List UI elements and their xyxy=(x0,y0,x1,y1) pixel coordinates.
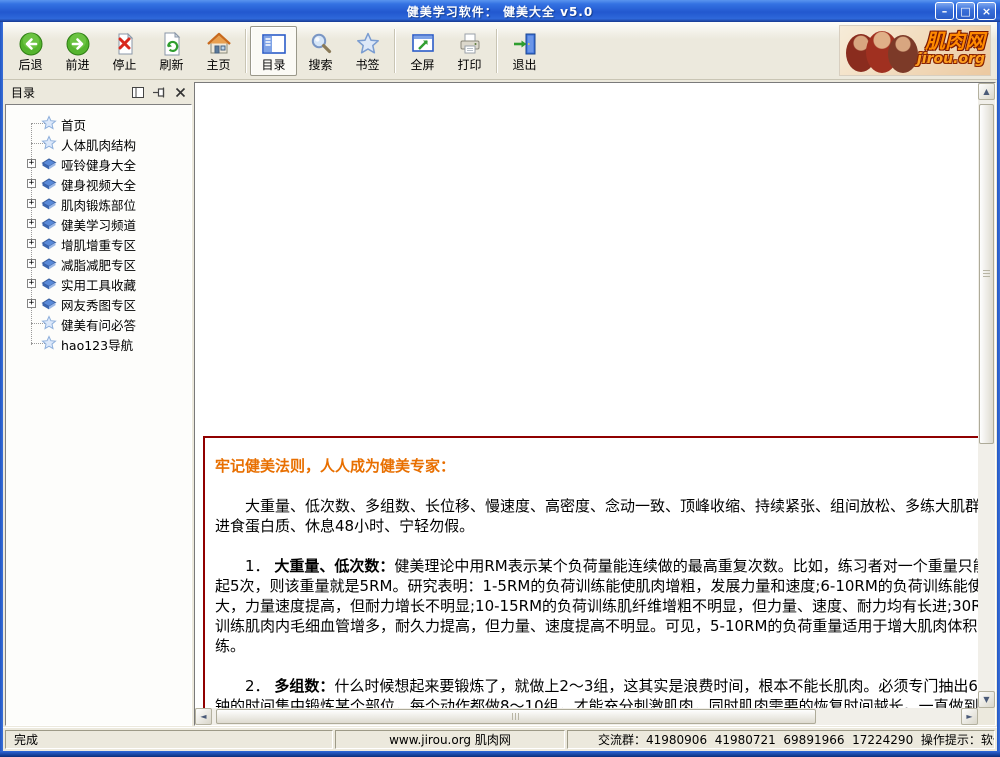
vertical-scrollbar-thumb[interactable] xyxy=(979,104,994,444)
document: 牢记健美法则，人人成为健美专家： 大重量、低次数、多组数、长位移、慢速度、高密度… xyxy=(195,83,978,708)
toolbar-separator xyxy=(496,29,498,73)
expand-icon[interactable]: + xyxy=(27,239,36,248)
logo-figure-art xyxy=(888,35,918,73)
sidebar-item-anatomy[interactable]: 人体肌肉结构 xyxy=(10,133,189,153)
article-heading: 牢记健美法则，人人成为健美专家： xyxy=(215,456,978,476)
search-button[interactable]: 搜索 xyxy=(297,26,344,76)
search-icon xyxy=(308,31,334,57)
status-text: 完成 xyxy=(5,730,333,749)
expand-icon[interactable]: + xyxy=(27,299,36,308)
book-icon xyxy=(41,255,57,274)
expand-icon[interactable]: + xyxy=(27,179,36,188)
split-window-icon[interactable] xyxy=(132,87,144,98)
bookmark-icon xyxy=(355,31,381,57)
content-panel: 牢记健美法则，人人成为健美专家： 大重量、低次数、多组数、长位移、慢速度、高密度… xyxy=(194,82,996,726)
book-icon xyxy=(41,235,57,254)
app-window: 健美学习软件： 健美大全 v5.0 – □ × 后退 前进 停止 xyxy=(0,0,1000,757)
close-button[interactable]: × xyxy=(977,2,996,20)
vertical-scrollbar[interactable]: ▲ ▼ xyxy=(978,83,995,708)
expand-icon[interactable]: + xyxy=(27,199,36,208)
status-bar: 完成 www.jirou.org 肌肉网 交流群：41980906 419807… xyxy=(3,727,997,751)
forward-button[interactable]: 前进 xyxy=(54,26,101,76)
print-button[interactable]: 打印 xyxy=(446,26,493,76)
sidebar-item-videos[interactable]: + 健身视频大全 xyxy=(10,173,189,193)
document-viewport[interactable]: 牢记健美法则，人人成为健美专家： 大重量、低次数、多组数、长位移、慢速度、高密度… xyxy=(195,83,978,708)
star-icon xyxy=(41,115,57,134)
refresh-button[interactable]: 刷新 xyxy=(148,26,195,76)
home-button[interactable]: 主页 xyxy=(195,26,242,76)
book-icon xyxy=(41,215,57,234)
refresh-icon xyxy=(159,31,185,57)
sidebar-header: 目录 xyxy=(5,82,192,103)
back-icon xyxy=(18,31,44,57)
logo-site-name: 肌肉网 xyxy=(917,30,985,52)
article-paragraph-2: 2． 多组数：什么时候想起来要锻炼了，就做上2～3组，这其实是浪费时间，根本不能… xyxy=(215,676,978,708)
sidebar-item-muscle-parts[interactable]: + 肌肉锻炼部位 xyxy=(10,193,189,213)
book-icon xyxy=(41,195,57,214)
toolbar: 后退 前进 停止 刷新 主页 xyxy=(3,22,997,80)
close-panel-icon[interactable] xyxy=(175,87,186,98)
toolbar-separator xyxy=(394,29,396,73)
sidebar-item-user-photos[interactable]: + 网友秀图专区 xyxy=(10,293,189,313)
toc-button[interactable]: 目录 xyxy=(250,26,297,76)
expand-icon[interactable]: + xyxy=(27,279,36,288)
toc-icon xyxy=(261,31,287,57)
sidebar-item-hao123[interactable]: hao123导航 xyxy=(10,333,189,353)
site-logo-banner[interactable]: 肌肉网 jirou.org xyxy=(839,25,991,76)
book-icon xyxy=(41,175,57,194)
home-icon xyxy=(206,31,232,57)
exit-icon xyxy=(512,31,538,57)
book-icon xyxy=(41,295,57,314)
scroll-down-icon[interactable]: ▼ xyxy=(978,691,995,708)
star-icon xyxy=(41,315,57,334)
article-paragraph-1: 1． 大重量、低次数：健美理论中用RM表示某个负荷量能连续做的最高重复次数。比如… xyxy=(215,556,978,656)
scrollbar-corner xyxy=(978,708,995,725)
sidebar-item-learn-channel[interactable]: + 健美学习频道 xyxy=(10,213,189,233)
sidebar-item-dumbbell[interactable]: + 哑铃健身大全 xyxy=(10,153,189,173)
book-icon xyxy=(41,275,57,294)
stop-icon xyxy=(112,31,138,57)
fullscreen-icon xyxy=(410,31,436,57)
expand-icon[interactable]: + xyxy=(27,159,36,168)
book-icon xyxy=(41,155,57,174)
scroll-right-icon[interactable]: ► xyxy=(961,708,978,725)
minimize-button[interactable]: – xyxy=(935,2,954,20)
forward-icon xyxy=(65,31,91,57)
main-area: 目录 首页 xyxy=(3,80,997,727)
sidebar: 目录 首页 xyxy=(5,82,192,726)
maximize-button[interactable]: □ xyxy=(956,2,975,20)
window-border-left xyxy=(0,22,3,757)
horizontal-scrollbar-thumb[interactable] xyxy=(216,709,816,724)
expand-icon[interactable]: + xyxy=(27,259,36,268)
horizontal-scrollbar[interactable]: ◄ ► xyxy=(195,708,978,725)
status-site: www.jirou.org 肌肉网 xyxy=(335,730,565,749)
sidebar-item-qa[interactable]: 健美有问必答 xyxy=(10,313,189,333)
star-icon xyxy=(41,335,57,354)
article-box: 牢记健美法则，人人成为健美专家： 大重量、低次数、多组数、长位移、慢速度、高密度… xyxy=(203,436,978,708)
sidebar-item-fat-loss[interactable]: + 减脂减肥专区 xyxy=(10,253,189,273)
fullscreen-button[interactable]: 全屏 xyxy=(399,26,446,76)
logo-site-url: jirou.org xyxy=(917,52,985,67)
print-icon xyxy=(457,31,483,57)
scroll-up-icon[interactable]: ▲ xyxy=(978,83,995,100)
window-title: 健美学习软件： 健美大全 v5.0 xyxy=(407,3,593,20)
star-icon xyxy=(41,135,57,154)
title-bar[interactable]: 健美学习软件： 健美大全 v5.0 – □ × xyxy=(0,0,1000,22)
bookmark-button[interactable]: 书签 xyxy=(344,26,391,76)
sidebar-title: 目录 xyxy=(11,84,132,101)
stop-button[interactable]: 停止 xyxy=(101,26,148,76)
sidebar-item-home[interactable]: 首页 xyxy=(10,113,189,133)
back-button[interactable]: 后退 xyxy=(7,26,54,76)
exit-button[interactable]: 退出 xyxy=(501,26,548,76)
sidebar-item-tools[interactable]: + 实用工具收藏 xyxy=(10,273,189,293)
status-tip: 交流群：41980906 41980721 69891966 17224290 … xyxy=(567,730,995,749)
sidebar-item-gain-mass[interactable]: + 增肌增重专区 xyxy=(10,233,189,253)
window-border-bottom xyxy=(0,751,1000,757)
article-intro: 大重量、低次数、多组数、长位移、慢速度、高密度、念动一致、顶峰收缩、持续紧张、组… xyxy=(215,496,978,536)
pin-icon[interactable] xyxy=(153,87,166,98)
toolbar-separator xyxy=(245,29,247,73)
scroll-left-icon[interactable]: ◄ xyxy=(195,708,212,725)
toc-tree: 首页 人体肌肉结构 + 哑铃健身大全 + xyxy=(5,104,192,726)
expand-icon[interactable]: + xyxy=(27,219,36,228)
